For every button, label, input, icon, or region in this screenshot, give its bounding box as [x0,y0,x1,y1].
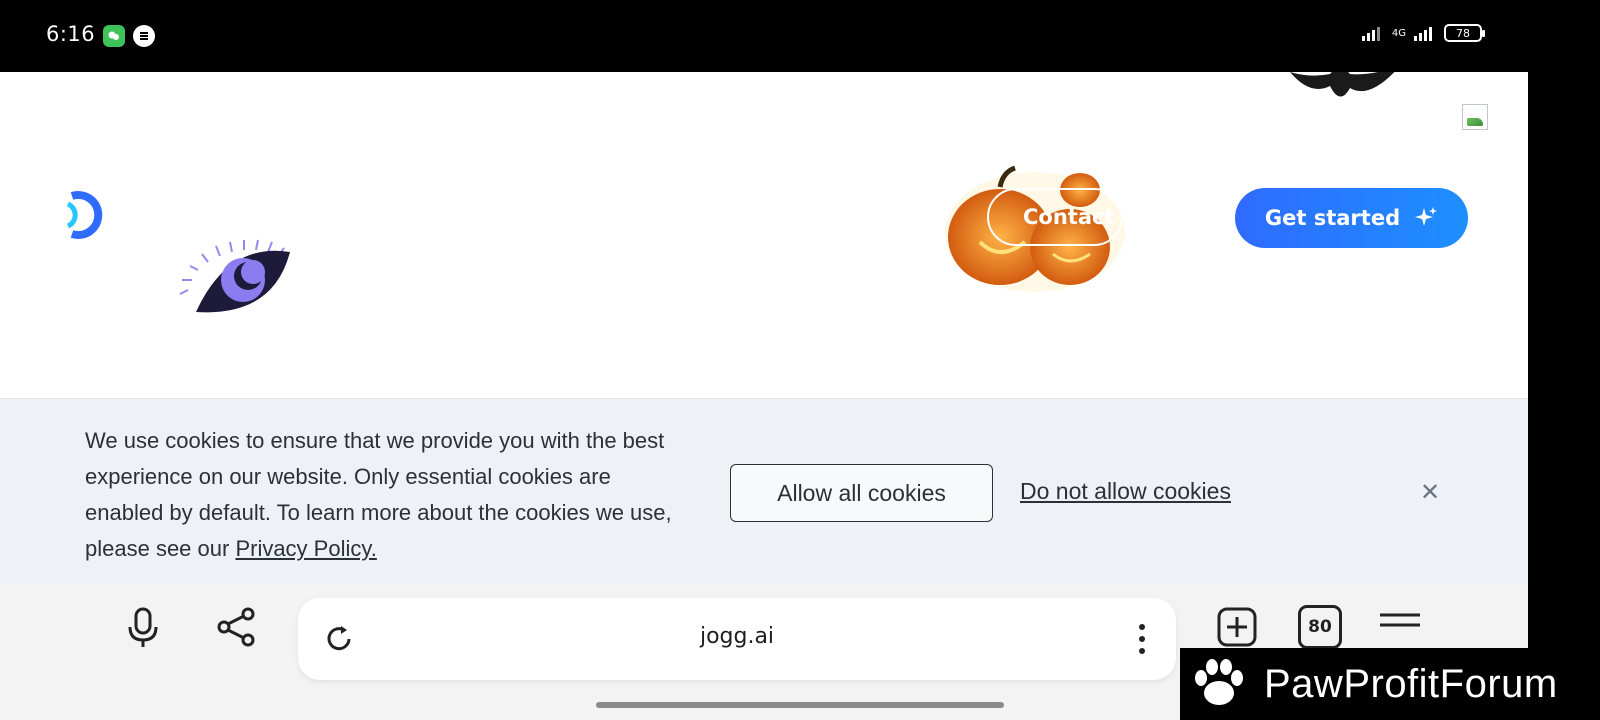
tabs-count: 80 [1308,617,1332,637]
url-text[interactable]: jogg.ai [298,624,1176,649]
cookie-message: We use cookies to ensure that we provide… [85,423,675,567]
site-logo-icon[interactable] [58,190,106,240]
microphone-icon[interactable] [121,605,165,649]
signal-icon [1361,27,1380,41]
watermark: PawProfitForum [1180,648,1600,720]
contact-sales-button[interactable]: Contact S [987,188,1123,246]
contact-label: Contact S [1023,205,1121,229]
menu-icon[interactable] [1378,605,1422,649]
home-indicator[interactable] [596,702,1004,708]
share-icon[interactable] [214,605,258,649]
status-indicators: 4G 78 [1361,24,1485,42]
cookie-message-text: We use cookies to ensure that we provide… [85,428,672,561]
privacy-policy-link[interactable]: Privacy Policy. [235,536,376,561]
tabs-count-button[interactable]: 80 [1298,605,1342,649]
url-bar[interactable]: jogg.ai [298,598,1176,680]
app-notification-icon [133,25,155,47]
new-tab-icon[interactable] [1215,605,1259,649]
broken-image-icon [1462,104,1488,130]
more-vert-icon[interactable] [1136,622,1148,656]
wechat-icon [103,25,125,47]
battery-level: 78 [1456,26,1470,40]
do-not-allow-cookies-link[interactable]: Do not allow cookies [1020,478,1231,505]
network-type: 4G [1391,27,1406,39]
paw-icon [1195,659,1243,705]
battery-icon: 78 [1444,24,1485,42]
sparkle-icon [1415,207,1438,226]
halloween-eye-icon [179,239,290,313]
close-icon[interactable]: ✕ [1418,480,1442,504]
status-time: 6:16 [46,22,96,46]
get-started-button[interactable]: Get started [1235,188,1468,248]
get-started-label: Get started [1264,206,1401,230]
status-bar: 6:16 4G 78 [0,0,1600,72]
signal-icon-2 [1414,27,1432,41]
watermark-text: PawProfitForum [1264,661,1558,706]
bat-icon [1290,72,1395,97]
screen-edge [1528,72,1600,720]
allow-all-cookies-button[interactable]: Allow all cookies [730,464,993,522]
